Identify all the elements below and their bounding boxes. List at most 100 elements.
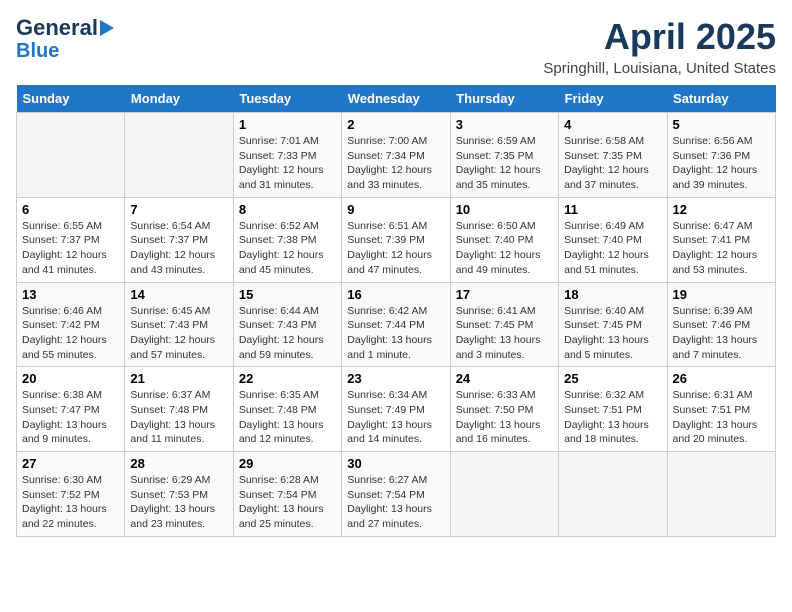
calendar-cell: 4Sunrise: 6:58 AM Sunset: 7:35 PM Daylig… xyxy=(559,113,667,198)
calendar-week-3: 13Sunrise: 6:46 AM Sunset: 7:42 PM Dayli… xyxy=(17,282,776,367)
day-number: 23 xyxy=(347,371,444,386)
day-number: 15 xyxy=(239,287,336,302)
calendar-cell: 30 Sunrise: 6:27 AM Sunset: 7:54 PM Dayli… xyxy=(342,452,450,537)
day-info: Sunrise: 6:55 AM Sunset: 7:37 PM Dayligh… xyxy=(22,219,119,278)
logo: General Blue xyxy=(16,16,114,62)
day-info: Sunrise: 6:27 AM Sunset: 7:54 PM Dayligh… xyxy=(347,473,444,532)
calendar-week-2: 6 Sunrise: 6:55 AM Sunset: 7:37 PM Daylig… xyxy=(17,197,776,282)
day-info: Sunrise: 6:44 AM Sunset: 7:43 PM Dayligh… xyxy=(239,304,336,363)
day-number: 21 xyxy=(130,371,227,386)
calendar-table: SundayMondayTuesdayWednesdayThursdayFrid… xyxy=(16,85,776,537)
day-number: 7 xyxy=(130,202,227,217)
calendar-cell: 5 Sunrise: 6:56 AM Sunset: 7:36 PM Daylig… xyxy=(667,113,775,198)
calendar-cell: 15 Sunrise: 6:44 AM Sunset: 7:43 PM Dayli… xyxy=(233,282,341,367)
day-header-monday: Monday xyxy=(125,85,233,113)
day-number: 5 xyxy=(673,117,770,132)
title-block: April 2025 Springhill, Louisiana, United… xyxy=(543,16,776,77)
day-number: 8 xyxy=(239,202,336,217)
calendar-cell: 9Sunrise: 6:51 AM Sunset: 7:39 PM Daylig… xyxy=(342,197,450,282)
calendar-week-4: 20Sunrise: 6:38 AM Sunset: 7:47 PM Dayli… xyxy=(17,367,776,452)
calendar-cell: 6 Sunrise: 6:55 AM Sunset: 7:37 PM Daylig… xyxy=(17,197,125,282)
calendar-cell: 8 Sunrise: 6:52 AM Sunset: 7:38 PM Daylig… xyxy=(233,197,341,282)
day-info: Sunrise: 6:38 AM Sunset: 7:47 PM Dayligh… xyxy=(22,388,119,447)
day-info: Sunrise: 6:49 AM Sunset: 7:40 PM Dayligh… xyxy=(564,219,661,278)
day-number: 10 xyxy=(456,202,553,217)
day-info: Sunrise: 6:33 AM Sunset: 7:50 PM Dayligh… xyxy=(456,388,553,447)
day-number: 17 xyxy=(456,287,553,302)
day-number: 14 xyxy=(130,287,227,302)
day-number: 4 xyxy=(564,117,661,132)
day-number: 28 xyxy=(130,456,227,471)
day-info: Sunrise: 6:59 AM Sunset: 7:35 PM Dayligh… xyxy=(456,134,553,193)
logo-arrow-icon xyxy=(100,20,114,36)
calendar-cell: 24 Sunrise: 6:33 AM Sunset: 7:50 PM Dayli… xyxy=(450,367,558,452)
page-header: General Blue April 2025 Springhill, Loui… xyxy=(16,16,776,77)
day-number: 3 xyxy=(456,117,553,132)
day-info: Sunrise: 6:45 AM Sunset: 7:43 PM Dayligh… xyxy=(130,304,227,363)
day-number: 30 xyxy=(347,456,444,471)
calendar-cell: 23 Sunrise: 6:34 AM Sunset: 7:49 PM Dayli… xyxy=(342,367,450,452)
day-info: Sunrise: 6:34 AM Sunset: 7:49 PM Dayligh… xyxy=(347,388,444,447)
day-header-tuesday: Tuesday xyxy=(233,85,341,113)
day-number: 25 xyxy=(564,371,661,386)
calendar-cell: 3 Sunrise: 6:59 AM Sunset: 7:35 PM Daylig… xyxy=(450,113,558,198)
day-number: 22 xyxy=(239,371,336,386)
calendar-week-1: 1 Sunrise: 7:01 AM Sunset: 7:33 PM Daylig… xyxy=(17,113,776,198)
day-header-saturday: Saturday xyxy=(667,85,775,113)
day-info: Sunrise: 7:01 AM Sunset: 7:33 PM Dayligh… xyxy=(239,134,336,193)
day-header-sunday: Sunday xyxy=(17,85,125,113)
day-number: 26 xyxy=(673,371,770,386)
calendar-cell: 12 Sunrise: 6:47 AM Sunset: 7:41 PM Dayli… xyxy=(667,197,775,282)
day-number: 11 xyxy=(564,202,661,217)
day-info: Sunrise: 6:37 AM Sunset: 7:48 PM Dayligh… xyxy=(130,388,227,447)
calendar-cell: 11 Sunrise: 6:49 AM Sunset: 7:40 PM Dayli… xyxy=(559,197,667,282)
day-header-thursday: Thursday xyxy=(450,85,558,113)
calendar-header-row: SundayMondayTuesdayWednesdayThursdayFrid… xyxy=(17,85,776,113)
calendar-cell: 29Sunrise: 6:28 AM Sunset: 7:54 PM Dayli… xyxy=(233,452,341,537)
day-number: 6 xyxy=(22,202,119,217)
day-info: Sunrise: 7:00 AM Sunset: 7:34 PM Dayligh… xyxy=(347,134,444,193)
calendar-cell: 21 Sunrise: 6:37 AM Sunset: 7:48 PM Dayli… xyxy=(125,367,233,452)
day-info: Sunrise: 6:47 AM Sunset: 7:41 PM Dayligh… xyxy=(673,219,770,278)
calendar-cell xyxy=(450,452,558,537)
calendar-cell: 1 Sunrise: 7:01 AM Sunset: 7:33 PM Daylig… xyxy=(233,113,341,198)
calendar-cell: 2 Sunrise: 7:00 AM Sunset: 7:34 PM Daylig… xyxy=(342,113,450,198)
day-number: 2 xyxy=(347,117,444,132)
day-info: Sunrise: 6:41 AM Sunset: 7:45 PM Dayligh… xyxy=(456,304,553,363)
day-header-friday: Friday xyxy=(559,85,667,113)
day-info: Sunrise: 6:54 AM Sunset: 7:37 PM Dayligh… xyxy=(130,219,227,278)
calendar-cell xyxy=(559,452,667,537)
calendar-cell: 7 Sunrise: 6:54 AM Sunset: 7:37 PM Daylig… xyxy=(125,197,233,282)
day-info: Sunrise: 6:56 AM Sunset: 7:36 PM Dayligh… xyxy=(673,134,770,193)
day-info: Sunrise: 6:51 AM Sunset: 7:39 PM Dayligh… xyxy=(347,219,444,278)
day-number: 13 xyxy=(22,287,119,302)
logo-general: General xyxy=(16,16,98,40)
day-info: Sunrise: 6:30 AM Sunset: 7:52 PM Dayligh… xyxy=(22,473,119,532)
day-number: 27 xyxy=(22,456,119,471)
day-number: 18 xyxy=(564,287,661,302)
day-number: 24 xyxy=(456,371,553,386)
day-header-wednesday: Wednesday xyxy=(342,85,450,113)
calendar-cell: 19 Sunrise: 6:39 AM Sunset: 7:46 PM Dayli… xyxy=(667,282,775,367)
day-info: Sunrise: 6:52 AM Sunset: 7:38 PM Dayligh… xyxy=(239,219,336,278)
calendar-week-5: 27 Sunrise: 6:30 AM Sunset: 7:52 PM Dayli… xyxy=(17,452,776,537)
calendar-cell: 26Sunrise: 6:31 AM Sunset: 7:51 PM Dayli… xyxy=(667,367,775,452)
day-info: Sunrise: 6:40 AM Sunset: 7:45 PM Dayligh… xyxy=(564,304,661,363)
day-info: Sunrise: 6:29 AM Sunset: 7:53 PM Dayligh… xyxy=(130,473,227,532)
day-info: Sunrise: 6:39 AM Sunset: 7:46 PM Dayligh… xyxy=(673,304,770,363)
day-number: 16 xyxy=(347,287,444,302)
day-number: 19 xyxy=(673,287,770,302)
day-number: 12 xyxy=(673,202,770,217)
calendar-cell: 13Sunrise: 6:46 AM Sunset: 7:42 PM Dayli… xyxy=(17,282,125,367)
day-info: Sunrise: 6:32 AM Sunset: 7:51 PM Dayligh… xyxy=(564,388,661,447)
day-info: Sunrise: 6:42 AM Sunset: 7:44 PM Dayligh… xyxy=(347,304,444,363)
calendar-cell xyxy=(17,113,125,198)
calendar-cell: 10Sunrise: 6:50 AM Sunset: 7:40 PM Dayli… xyxy=(450,197,558,282)
day-number: 29 xyxy=(239,456,336,471)
location-subtitle: Springhill, Louisiana, United States xyxy=(543,60,776,77)
logo-blue: Blue xyxy=(16,40,59,62)
day-number: 1 xyxy=(239,117,336,132)
calendar-cell: 25 Sunrise: 6:32 AM Sunset: 7:51 PM Dayli… xyxy=(559,367,667,452)
calendar-cell xyxy=(667,452,775,537)
calendar-cell: 17 Sunrise: 6:41 AM Sunset: 7:45 PM Dayli… xyxy=(450,282,558,367)
